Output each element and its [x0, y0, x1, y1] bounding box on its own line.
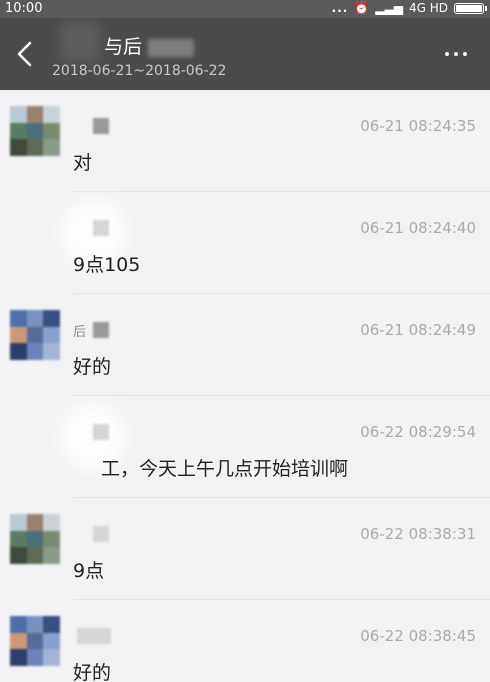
- message-time: 06-21 08:24:49: [360, 321, 476, 339]
- list-item[interactable]: 06-21 08:24:40 9点105: [0, 192, 490, 294]
- list-item[interactable]: 06-22 08:38:45 好的: [0, 600, 490, 682]
- avatar[interactable]: [10, 616, 60, 666]
- message-text: 9点105: [73, 254, 141, 276]
- battery-icon: [454, 2, 487, 14]
- list-item[interactable]: 06-22 08:38:31 9点: [0, 498, 490, 600]
- message-text: 工，今天上午几点开始培训啊: [101, 458, 349, 480]
- status-icons: ... ⏰ ▂▃▅ 4G HD: [331, 1, 487, 15]
- more-options-button[interactable]: [440, 44, 472, 64]
- more-dot-icon: [445, 52, 449, 56]
- list-item[interactable]: 后 06-21 08:24:49 好的: [0, 294, 490, 396]
- notification-dots: ...: [331, 1, 349, 15]
- sender-name: [73, 220, 111, 236]
- message-text: 好的: [73, 356, 112, 378]
- message-time: 06-21 08:24:40: [360, 219, 476, 237]
- signal-icon: ▂▃▅: [375, 1, 403, 15]
- avatar[interactable]: [10, 208, 60, 258]
- title-text: 与后: [104, 36, 143, 58]
- clock: 10:00: [5, 1, 43, 16]
- avatar[interactable]: [10, 412, 60, 462]
- sender-name: 后: [73, 322, 111, 340]
- status-bar: 10:00 ... ⏰ ▂▃▅ 4G HD: [0, 0, 490, 18]
- sender-name: [73, 118, 111, 134]
- back-button[interactable]: [10, 36, 42, 72]
- network-label: 4G HD: [408, 1, 448, 15]
- message-list[interactable]: 06-21 08:24:35 对 06-21 08:24:40 9点105 后 …: [0, 90, 490, 682]
- chevron-left-icon: [17, 41, 32, 67]
- list-item[interactable]: 06-22 08:29:54 工，今天上午几点开始培训啊: [0, 396, 490, 498]
- message-time: 06-22 08:38:45: [360, 627, 476, 645]
- page-title: 与后: [104, 32, 195, 59]
- date-range: 2018-06-21~2018-06-22: [52, 63, 227, 79]
- list-item[interactable]: 06-21 08:24:35 对: [0, 90, 490, 192]
- sender-name: [73, 526, 111, 542]
- redacted-name: [148, 38, 195, 57]
- message-text: 9点: [73, 560, 105, 582]
- message-text: 好的: [73, 662, 112, 682]
- message-time: 06-21 08:24:35: [360, 117, 476, 135]
- avatar[interactable]: [10, 514, 60, 564]
- sender-name: [73, 628, 111, 644]
- sender-fragment: 后: [73, 325, 87, 340]
- avatar[interactable]: [10, 106, 60, 156]
- message-time: 06-22 08:38:31: [360, 525, 476, 543]
- chat-history-header: 与后 2018-06-21~2018-06-22: [0, 18, 490, 90]
- sender-name: [73, 424, 111, 440]
- alarm-icon: ⏰: [354, 1, 370, 15]
- avatar[interactable]: [10, 310, 60, 360]
- message-time: 06-22 08:29:54: [360, 423, 476, 441]
- message-text: 对: [73, 152, 93, 174]
